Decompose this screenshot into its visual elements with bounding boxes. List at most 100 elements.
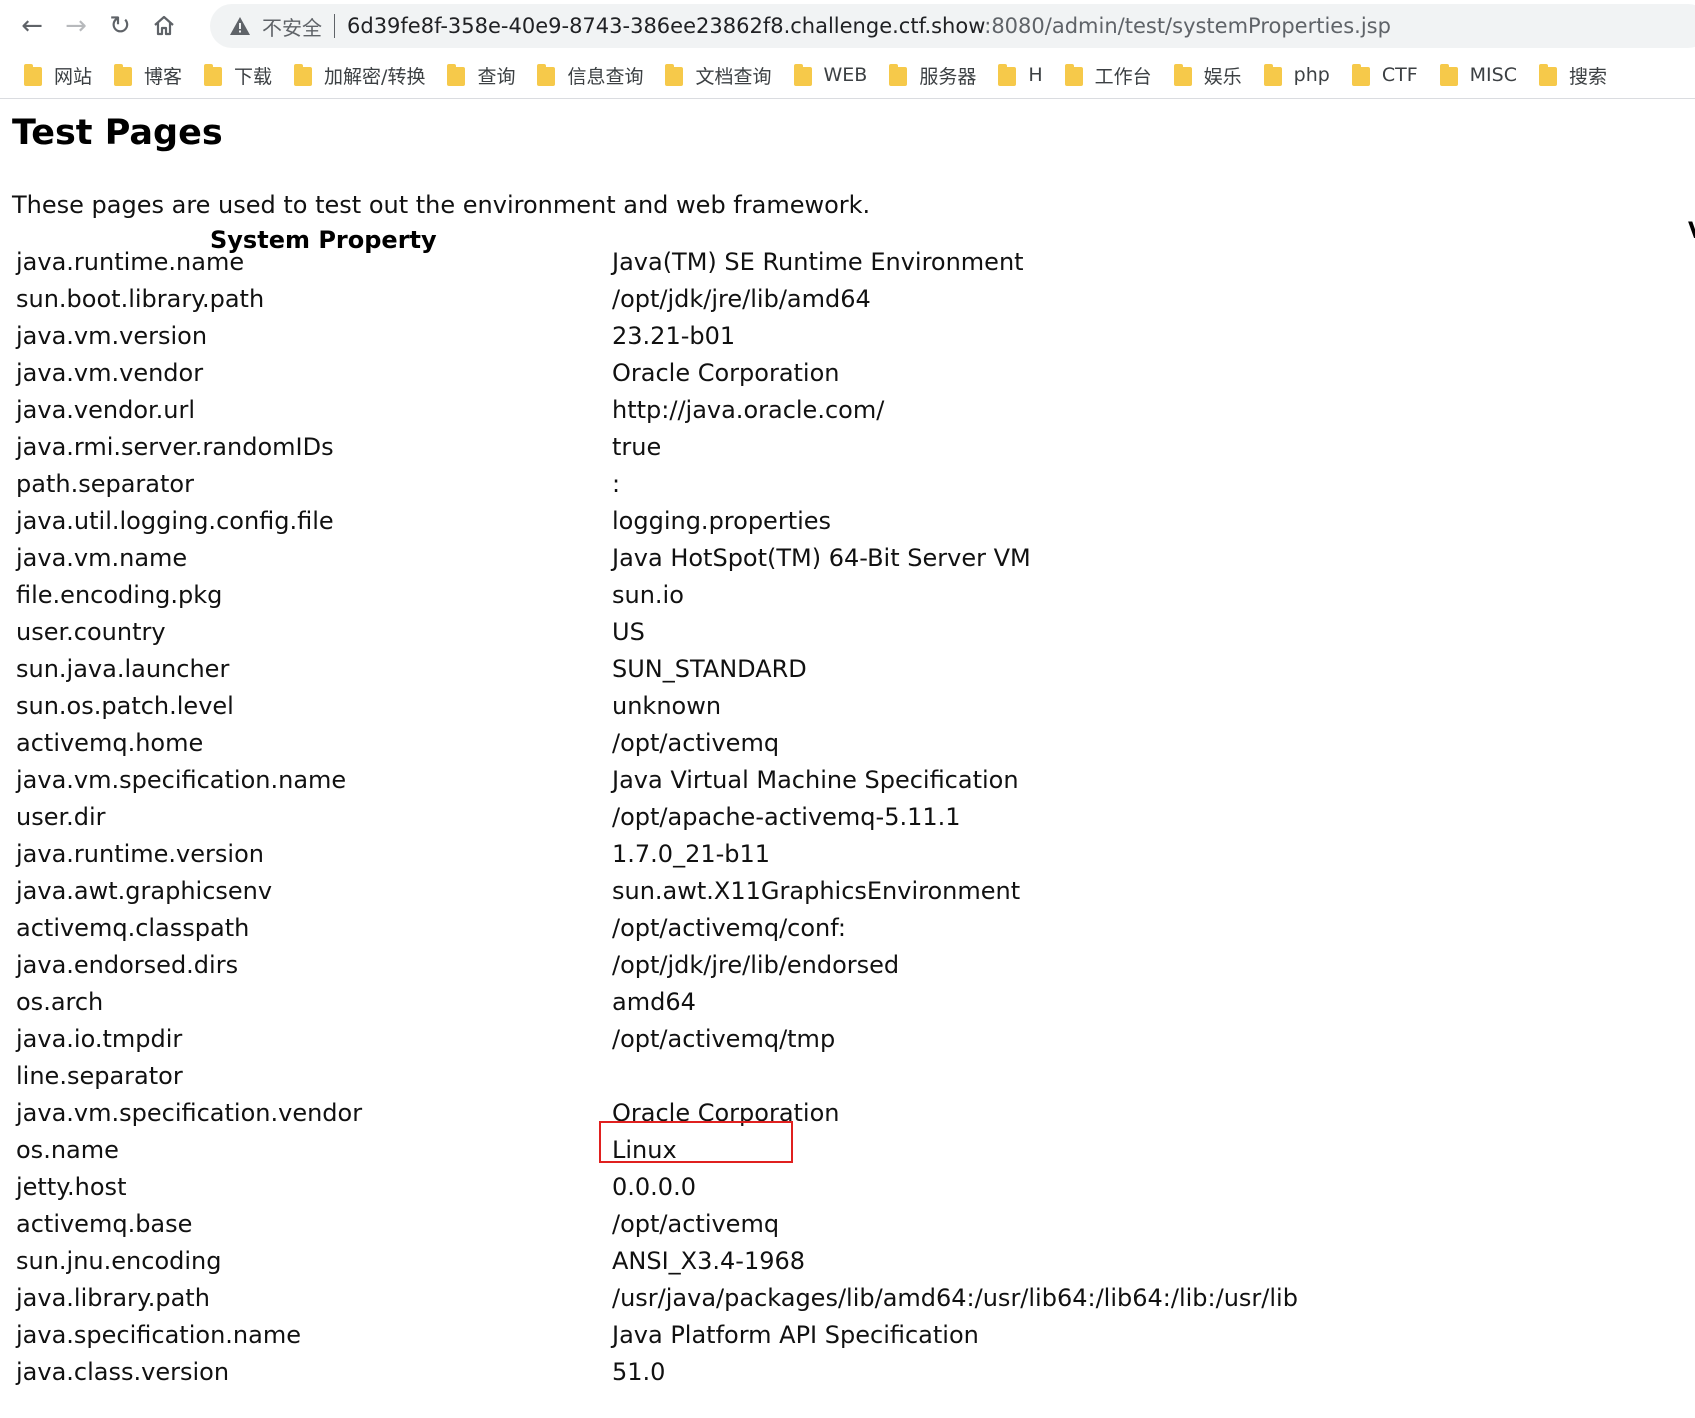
folder-icon [537,64,556,86]
property-value: /opt/activemq [612,729,780,757]
bookmark-label: CTF [1381,64,1418,86]
property-key: java.vm.name [16,544,188,572]
property-value: sun.io [612,581,684,609]
property-key: java.util.logging.config.file [16,507,334,535]
bookmark-label: MISC [1469,64,1517,86]
bookmark-item[interactable]: 文档查询 [665,62,772,89]
property-key: java.io.tmpdir [16,1025,183,1053]
bookmark-label: 娱乐 [1203,65,1242,88]
bookmark-item[interactable]: 下载 [204,62,272,89]
bookmark-label: 下载 [234,65,273,88]
bookmark-label: WEB [823,64,868,86]
property-value: Java HotSpot(TM) 64-Bit Server VM [612,544,1031,572]
folder-icon [204,64,223,86]
bookmark-label: 网站 [54,65,93,88]
property-value: US [612,618,645,646]
bookmark-label: H [1028,64,1043,86]
folder-icon [1173,64,1192,86]
bookmark-item[interactable]: CTF [1351,64,1418,86]
property-value: Java(TM) SE Runtime Environment [612,248,1024,276]
property-key: java.endorsed.dirs [16,951,239,979]
forward-arrow-icon[interactable]: → [54,4,98,48]
property-value: sun.awt.X11GraphicsEnvironment [612,877,1021,905]
folder-icon [1351,64,1370,86]
property-value: Oracle Corporation [612,359,840,387]
folder-icon [793,64,812,86]
property-value: ANSI_X3.4-1968 [612,1247,806,1275]
bookmark-label: php [1293,64,1330,86]
property-key: java.awt.graphicsenv [16,877,273,905]
cut-off-column-header: V [1688,219,1695,244]
property-value: /opt/activemq/tmp [612,1025,836,1053]
reload-icon[interactable]: ↻ [98,4,142,48]
folder-icon [1263,64,1282,86]
property-key: java.vm.specification.vendor [16,1099,363,1127]
bookmark-item[interactable]: H [998,64,1043,86]
property-value: /opt/activemq/conf: [612,914,846,942]
page-intro: These pages are used to test out the env… [12,191,871,219]
property-value: http://java.oracle.com/ [612,396,885,424]
property-value: /opt/activemq [612,1210,780,1238]
property-key: activemq.home [16,729,204,757]
bookmark-item[interactable]: 服务器 [889,62,976,89]
property-value: /opt/jdk/jre/lib/amd64 [612,285,871,313]
property-key: java.vm.specification.name [16,766,347,794]
property-key: os.name [16,1136,119,1164]
folder-icon [447,64,466,86]
bookmark-item[interactable]: WEB [793,64,868,86]
property-value: 1.7.0_21-b11 [612,840,771,868]
bookmark-item[interactable]: 加解密/转换 [294,62,425,89]
bookmark-label: 加解密/转换 [324,65,426,88]
bookmark-item[interactable]: 工作台 [1064,62,1152,89]
security-status-label[interactable]: 不安全 [262,12,322,41]
property-key: java.runtime.version [16,840,264,868]
omnibox-divider [334,14,335,38]
property-value: 23.21-b01 [612,322,736,350]
url-text[interactable]: 6d39fe8f-358e-40e9-8743-386ee23862f8.cha… [347,14,1391,38]
property-key: java.vendor.url [16,396,196,424]
property-key: os.arch [16,988,104,1016]
folder-icon [114,64,133,86]
property-value: 51.0 [612,1358,666,1386]
folder-icon [1064,64,1083,86]
property-key: sun.java.launcher [16,655,230,683]
property-key: java.specification.name [16,1321,301,1349]
property-value: Linux [612,1136,677,1164]
address-bar[interactable]: 不安全 6d39fe8f-358e-40e9-8743-386ee23862f8… [210,4,1695,48]
folder-icon [24,64,42,86]
browser-toolbar: ← → ↻ 不安全 6d39fe8f-358e-40e9-8743-386ee2… [0,0,1695,52]
folder-icon [665,64,684,86]
bookmark-label: 搜索 [1568,65,1607,88]
property-value: amd64 [612,988,696,1016]
property-key: activemq.base [16,1210,193,1238]
property-value: /opt/apache-activemq-5.11.1 [612,803,961,831]
bookmark-item[interactable]: 娱乐 [1173,62,1242,89]
bookmark-item[interactable]: 博客 [114,62,182,89]
property-key: activemq.classpath [16,914,250,942]
property-value: SUN_STANDARD [612,655,807,683]
bookmark-item[interactable]: 搜索 [1538,62,1607,89]
property-value: logging.properties [612,507,832,535]
property-key: file.encoding.pkg [16,581,223,609]
home-icon-glyph [154,15,174,36]
folder-icon [998,64,1017,86]
property-value: Oracle Corporation [612,1099,840,1127]
property-value: Java Platform API Specification [612,1321,979,1349]
bookmark-item[interactable]: 查询 [447,62,515,89]
property-key: java.library.path [16,1284,210,1312]
bookmark-item[interactable]: MISC [1439,64,1517,86]
warning-icon[interactable] [228,14,252,38]
property-key: sun.boot.library.path [16,285,265,313]
back-arrow-icon[interactable]: ← [10,4,54,48]
property-key: user.country [16,618,166,646]
property-value: unknown [612,692,722,720]
home-icon[interactable] [142,4,186,48]
bookmark-item[interactable]: php [1263,64,1330,86]
property-value: /opt/jdk/jre/lib/endorsed [612,951,900,979]
property-key: sun.os.patch.level [16,692,234,720]
bookmark-item[interactable]: 网站 [24,62,92,89]
url-host: 6d39fe8f-358e-40e9-8743-386ee23862f8.cha… [347,14,985,38]
property-key: java.vm.vendor [16,359,204,387]
url-path: :8080/admin/test/systemProperties.jsp [984,14,1391,38]
bookmark-item[interactable]: 信息查询 [537,62,643,89]
